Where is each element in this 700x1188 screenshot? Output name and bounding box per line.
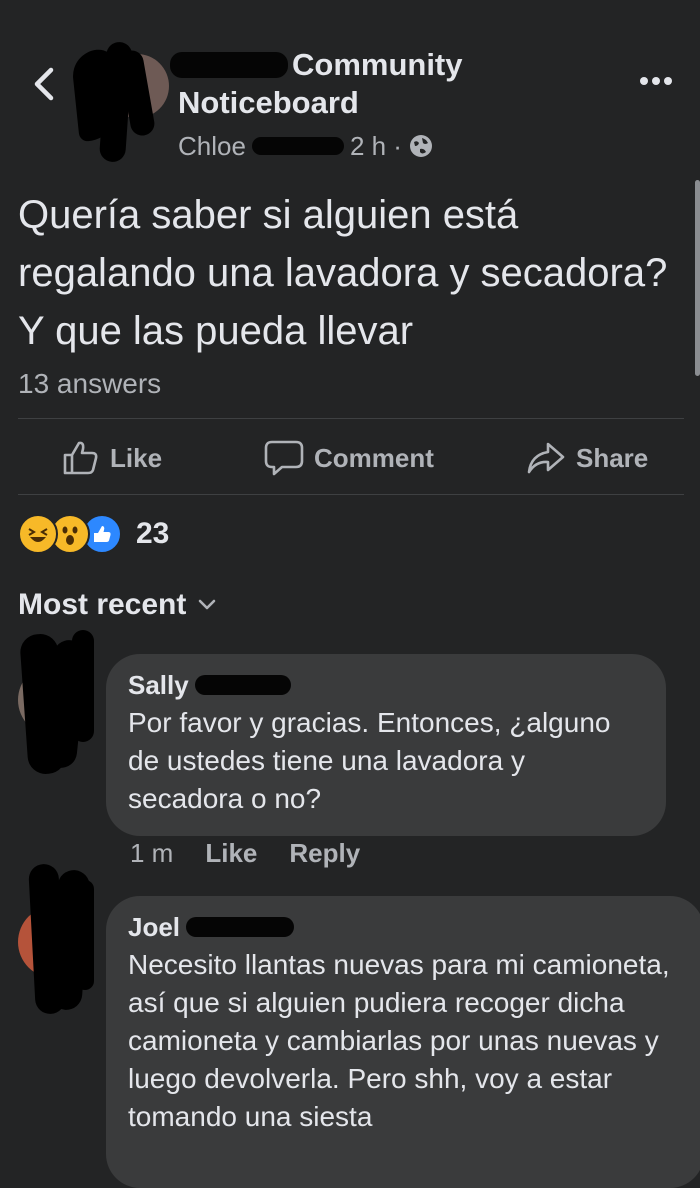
comment-bubble-icon [264,440,304,476]
redaction-mark [186,917,295,937]
chevron-left-icon [34,67,54,101]
scrollbar[interactable] [695,180,700,376]
comment-author-name: Joel [128,912,181,942]
reactions-summary[interactable]: 23 [18,512,169,556]
sort-dropdown[interactable]: Most recent [18,588,216,622]
chevron-down-icon [199,599,216,610]
comment-author-name: Sally [128,670,189,700]
thumbs-up-icon [63,441,98,475]
redaction-mark [170,52,288,78]
comment-actions: 1 m Like Reply [130,838,360,869]
ellipsis-icon [640,77,672,85]
commenter-avatar[interactable] [18,630,108,776]
comment-author[interactable]: Sally [128,668,644,702]
author-name[interactable]: Chloe [178,131,246,162]
comment-bubble[interactable]: Sally Por favor y gracias. Entonces, ¿al… [106,654,666,836]
commenter-avatar[interactable] [18,863,108,1015]
group-title[interactable]: Community Noticeboard [170,46,578,122]
comment-button[interactable]: Comment [264,434,434,482]
comment-label: Comment [314,442,434,473]
comment-author[interactable]: Joel [128,910,682,944]
like-label: Like [110,442,163,473]
comment-time[interactable]: 1 m [130,838,173,869]
divider [18,418,684,419]
group-name-line2: Noticeboard [178,85,359,120]
post-time[interactable]: 2 h · [350,131,402,162]
divider [18,494,684,495]
comment-reply-button[interactable]: Reply [289,838,360,869]
redaction-mark [251,137,344,155]
more-options-button[interactable] [636,66,676,96]
share-arrow-icon [527,442,565,474]
laugh-reaction-icon [18,514,58,554]
globe-icon [409,135,432,157]
post-text: Quería saber si alguien está regalando u… [18,193,668,353]
post-meta: Chloe 2 h · [178,128,434,164]
group-name-line1: Community [292,47,463,82]
reaction-count: 23 [136,517,170,550]
share-label: Share [576,442,649,473]
comment-like-button[interactable]: Like [205,838,257,869]
sort-label: Most recent [18,588,187,621]
answers-count[interactable]: 13 answers [18,368,161,400]
comment-bubble[interactable]: Joel Necesito llantas nuevas para mi cam… [106,896,700,1188]
comment-text: Necesito llantas nuevas para mi camionet… [128,949,670,1132]
back-button[interactable] [26,62,62,106]
redaction-mark [194,675,291,695]
like-button[interactable]: Like [62,434,162,482]
comment-text: Por favor y gracias. Entonces, ¿alguno d… [128,707,611,814]
group-avatar[interactable] [70,41,169,163]
share-button[interactable]: Share [526,434,648,482]
